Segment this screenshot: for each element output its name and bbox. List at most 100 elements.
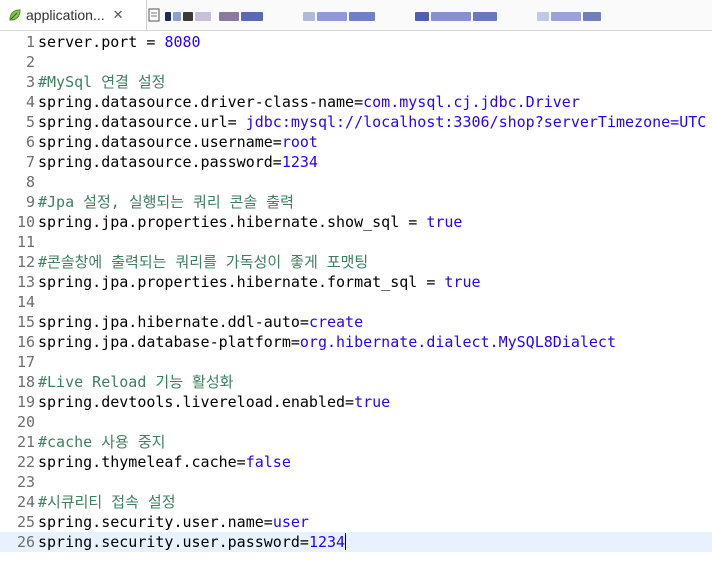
code-text: spring.datasource.driver-class-name=com.… — [38, 92, 580, 112]
property-value: true — [354, 393, 391, 411]
code-line[interactable]: 1 server.port = 8080 — [0, 32, 712, 52]
property-key: server.port = — [38, 33, 165, 51]
property-key: spring.thymeleaf.cache= — [38, 453, 246, 471]
code-line[interactable]: 17 — [0, 352, 712, 372]
line-number: 23 — [16, 473, 35, 491]
comment-text: #MySql 연결 설정 — [38, 73, 166, 91]
java-file-icon — [148, 8, 160, 22]
line-number: 20 — [16, 413, 35, 431]
line-number: 14 — [16, 293, 35, 311]
property-key: spring.jpa.hibernate.ddl-auto= — [38, 313, 309, 331]
code-text: spring.jpa.hibernate.ddl-auto=create — [38, 312, 363, 332]
code-text: spring.jpa.properties.hibernate.format_s… — [38, 272, 481, 292]
comment-text: #Jpa 설정, 실행되는 쿼리 콘솔 출력 — [38, 193, 294, 211]
comment-text: #cache 사용 중지 — [38, 433, 166, 451]
code-line[interactable]: 10 spring.jpa.properties.hibernate.show_s… — [0, 212, 712, 232]
code-line[interactable]: 14 — [0, 292, 712, 312]
editor-tab-bar: application... ✕ — [0, 0, 712, 31]
tab-application-properties[interactable]: application... ✕ — [0, 0, 147, 30]
line-number: 12 — [16, 253, 35, 271]
line-number: 19 — [16, 393, 35, 411]
property-key: spring.security.user.name= — [38, 513, 273, 531]
code-line[interactable]: 21 #cache 사용 중지 — [0, 432, 712, 452]
property-value: 1234 — [281, 153, 318, 171]
code-line[interactable]: 8 — [0, 172, 712, 192]
line-number: 1 — [25, 33, 35, 51]
code-line[interactable]: 22 spring.thymeleaf.cache=false — [0, 452, 712, 472]
property-key: spring.datasource.driver-class-name= — [38, 93, 364, 111]
tab-java-file[interactable] — [148, 0, 160, 30]
line-number: 18 — [16, 373, 35, 391]
tab-label: application... — [26, 7, 105, 23]
comment-text: #시큐리티 접속 설정 — [38, 493, 176, 511]
code-line[interactable]: 6 spring.datasource.username=root — [0, 132, 712, 152]
code-text: spring.jpa.database-platform=org.hiberna… — [38, 332, 616, 352]
code-text: #MySql 연결 설정 — [38, 72, 165, 92]
line-number: 25 — [16, 513, 35, 531]
code-text: #Jpa 설정, 실행되는 쿼리 콘솔 출력 — [38, 192, 294, 212]
comment-text: #콘솔창에 출력되는 쿼리를 가독성이 좋게 포맷팅 — [38, 253, 369, 271]
code-text: spring.datasource.url= jdbc:mysql://loca… — [38, 112, 706, 132]
property-key: spring.datasource.password= — [38, 153, 282, 171]
code-line[interactable]: 18 #Live Reload 기능 활성화 — [0, 372, 712, 392]
line-number: 6 — [25, 133, 35, 151]
property-key: spring.jpa.properties.hibernate.show_sql… — [38, 213, 427, 231]
property-value: 1234 — [308, 533, 346, 551]
line-number: 4 — [25, 93, 35, 111]
code-line[interactable]: 5 spring.datasource.url= jdbc:mysql://loc… — [0, 112, 712, 132]
code-line[interactable]: 16 spring.jpa.database-platform=org.hiber… — [0, 332, 712, 352]
line-number: 5 — [25, 113, 35, 131]
code-text: spring.datasource.username=root — [38, 132, 318, 152]
property-key: spring.datasource.username= — [38, 133, 282, 151]
code-line[interactable]: 4 spring.datasource.driver-class-name=com… — [0, 92, 712, 112]
properties-leaf-icon — [9, 9, 21, 21]
line-number: 21 — [16, 433, 35, 451]
code-line-current[interactable]: 26 spring.security.user.password=1234 — [0, 532, 712, 552]
code-line[interactable]: 24 #시큐리티 접속 설정 — [0, 492, 712, 512]
code-text: spring.security.user.name=user — [38, 512, 309, 532]
property-key: spring.jpa.properties.hibernate.format_s… — [38, 273, 445, 291]
code-text: spring.devtools.livereload.enabled=true — [38, 392, 390, 412]
code-text: #시큐리티 접속 설정 — [38, 492, 176, 512]
code-text: spring.security.user.password=1234 — [38, 532, 347, 552]
property-value: jdbc:mysql://localhost:3306/shop?serverT… — [245, 113, 707, 131]
line-number: 7 — [25, 153, 35, 171]
code-line[interactable]: 9 #Jpa 설정, 실행되는 쿼리 콘솔 출력 — [0, 192, 712, 212]
code-line[interactable]: 19 spring.devtools.livereload.enabled=tru… — [0, 392, 712, 412]
code-text: spring.thymeleaf.cache=false — [38, 452, 291, 472]
text-caret — [345, 533, 347, 550]
code-text: server.port = 8080 — [38, 32, 201, 52]
code-line[interactable]: 12 #콘솔창에 출력되는 쿼리를 가독성이 좋게 포맷팅 — [0, 252, 712, 272]
property-value: true — [444, 273, 481, 291]
line-number: 22 — [16, 453, 35, 471]
code-editor[interactable]: 1 server.port = 8080 2 3 #MySql 연결 설정 4 spring… — [0, 31, 712, 564]
line-number: 16 — [16, 333, 35, 351]
property-value: user — [272, 513, 309, 531]
property-value: true — [426, 213, 463, 231]
code-line[interactable]: 20 — [0, 412, 712, 432]
tab-redacted-strip — [165, 10, 705, 22]
code-line[interactable]: 23 — [0, 472, 712, 492]
code-line[interactable]: 25 spring.security.user.name=user — [0, 512, 712, 532]
code-text: #cache 사용 중지 — [38, 432, 165, 452]
code-line[interactable]: 11 — [0, 232, 712, 252]
property-value: false — [245, 453, 291, 471]
code-line[interactable]: 15 spring.jpa.hibernate.ddl-auto=create — [0, 312, 712, 332]
code-text: spring.datasource.password=1234 — [38, 152, 318, 172]
line-number: 11 — [16, 233, 35, 251]
property-value: root — [281, 133, 318, 151]
line-number: 9 — [25, 193, 35, 211]
property-value: 8080 — [164, 33, 201, 51]
close-icon[interactable]: ✕ — [113, 7, 124, 23]
line-number: 24 — [16, 493, 35, 511]
property-value: org.hibernate.dialect.MySQL8Dialect — [299, 333, 616, 351]
code-line[interactable]: 3 #MySql 연결 설정 — [0, 72, 712, 92]
line-number: 26 — [16, 533, 35, 551]
line-number: 13 — [16, 273, 35, 291]
code-line[interactable]: 13 spring.jpa.properties.hibernate.format… — [0, 272, 712, 292]
line-number: 2 — [25, 53, 35, 71]
code-text: spring.jpa.properties.hibernate.show_sql… — [38, 212, 462, 232]
code-line[interactable]: 7 spring.datasource.password=1234 — [0, 152, 712, 172]
line-number: 8 — [25, 173, 35, 191]
code-line[interactable]: 2 — [0, 52, 712, 72]
